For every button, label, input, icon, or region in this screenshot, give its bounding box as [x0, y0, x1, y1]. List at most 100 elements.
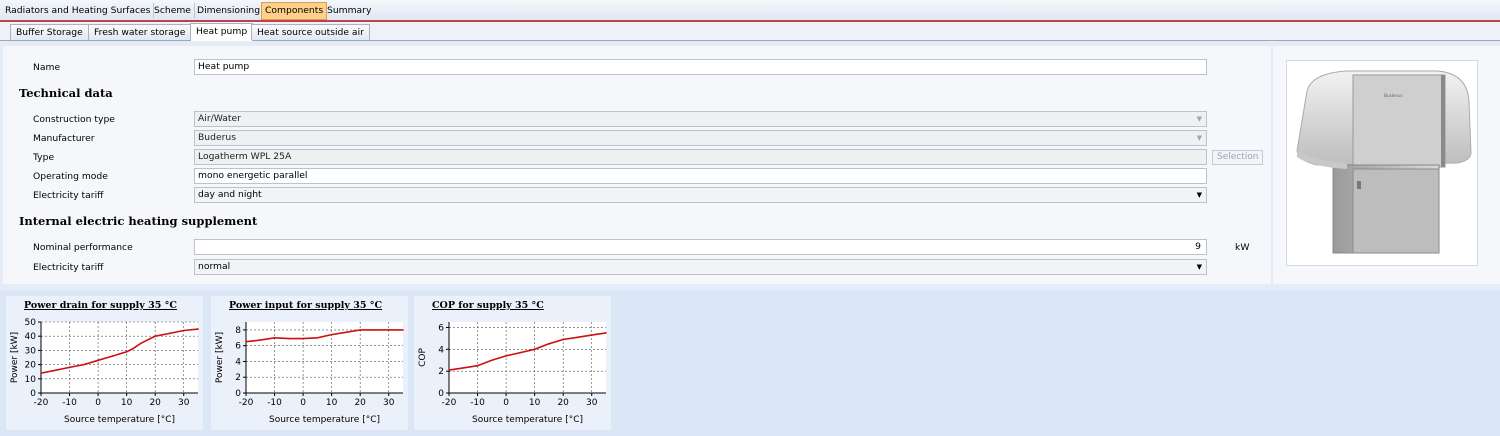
name-input[interactable]: Heat pump	[194, 59, 1207, 75]
x-tick-label: -20	[442, 398, 457, 408]
tab-summary[interactable]: Summary	[324, 3, 374, 18]
data-point	[548, 343, 550, 345]
data-point	[140, 342, 142, 345]
data-point	[97, 359, 99, 362]
data-point	[476, 364, 479, 367]
tab-radiators[interactable]: Radiators and Heating Surfaces	[2, 3, 155, 18]
operating-mode-label: Operating mode	[33, 171, 108, 182]
electricity-tariff-2-value: normal	[198, 261, 231, 272]
data-point	[462, 367, 465, 369]
x-tick-label: 0	[300, 398, 306, 408]
supplement-heading: Internal electric heating supplement	[19, 214, 258, 228]
y-tick-label: 2	[235, 373, 241, 383]
tab-fresh-water-storage[interactable]: Fresh water storage	[88, 24, 192, 40]
y-tick-label: 4	[235, 357, 241, 367]
name-label: Name	[33, 62, 61, 73]
y-tick-label: 30	[25, 346, 37, 356]
y-tick-label: 2	[438, 367, 444, 377]
y-tick-label: 40	[25, 332, 37, 342]
data-point	[273, 336, 276, 339]
x-tick-label: 30	[178, 398, 190, 408]
brand-logo-text: Buderus	[1384, 94, 1403, 99]
chart-power-drain: Power drain for supply 35 °C -20 -10 0 10 20…	[6, 296, 203, 430]
data-point	[197, 328, 199, 330]
electricity-tariff-select[interactable]: day and night ▼	[194, 187, 1207, 203]
electricity-tariff-label: Electricity tariff	[33, 190, 104, 201]
tab-heat-source-outside-air[interactable]: Heat source outside air	[251, 24, 370, 40]
data-point	[330, 333, 333, 336]
chart-title: Power input for supply 35 °C	[229, 300, 383, 311]
construction-type-label: Construction type	[33, 114, 115, 125]
y-tick-label: 50	[25, 318, 37, 328]
data-point	[373, 329, 376, 331]
x-axis-label: Source temperature [°C]	[472, 415, 583, 425]
y-tick-label: 0	[235, 389, 241, 399]
chart-svg: -20 -10 0 10 20 30 0 2 4 6 Source temperature [°C]…	[418, 322, 607, 425]
x-tick-label: 20	[354, 398, 366, 408]
data-point	[168, 332, 171, 335]
data-point	[288, 337, 290, 340]
tab-dimensioning[interactable]: Dimensioning	[194, 3, 265, 18]
plot-area	[246, 322, 403, 393]
selection-button[interactable]: Selection	[1212, 150, 1264, 165]
x-tick-label: 0	[503, 398, 509, 408]
x-tick-label: -20	[34, 398, 49, 408]
sub-tab-bar: Buffer Storage Fresh water storage Heat …	[0, 22, 1500, 41]
data-point	[402, 329, 404, 331]
tab-heat-pump[interactable]: Heat pump	[190, 23, 254, 41]
data-point	[387, 329, 390, 331]
construction-type-value: Air/Water	[198, 113, 241, 124]
main-tab-bar: Radiators and Heating Surfaces Scheme Di…	[0, 0, 1500, 22]
tab-components[interactable]: Components	[261, 2, 328, 20]
data-point	[125, 351, 128, 353]
construction-type-select[interactable]: Air/Water ▼	[194, 111, 1207, 127]
manufacturer-select[interactable]: Buderus ▼	[194, 130, 1207, 146]
data-point	[345, 331, 347, 334]
data-point	[154, 335, 156, 337]
chevron-down-icon: ▼	[1196, 263, 1202, 271]
data-point	[302, 337, 304, 340]
chart-svg: -20 -10 0 10 20 30 0 10 20 30 40 50 Source temperatu…	[10, 318, 199, 425]
x-tick-label: 0	[95, 398, 101, 408]
data-point	[54, 369, 57, 372]
data-point	[491, 359, 493, 362]
y-axis-label: Power [kW]	[215, 332, 225, 383]
electricity-tariff-2-label: Electricity tariff	[33, 262, 104, 273]
chevron-down-icon: ▼	[1196, 115, 1202, 123]
nominal-unit: kW	[1235, 242, 1250, 253]
y-tick-label: 20	[25, 361, 37, 371]
type-field[interactable]: Logatherm WPL 25A	[194, 149, 1207, 165]
heat-pump-drawing	[1296, 70, 1472, 254]
data-point	[316, 336, 319, 339]
nominal-performance-input[interactable]: 9	[194, 239, 1207, 255]
data-point	[83, 363, 85, 366]
chart-title: Power drain for supply 35 °C	[24, 300, 177, 311]
heat-pump-image: Buderus	[1286, 60, 1478, 266]
data-point	[590, 334, 593, 336]
y-tick-label: 10	[25, 375, 37, 385]
x-axis-label: Source temperature [°C]	[64, 415, 175, 425]
x-tick-label: 30	[383, 398, 395, 408]
manufacturer-label: Manufacturer	[33, 133, 95, 144]
data-point	[576, 336, 579, 339]
data-point	[245, 340, 247, 343]
y-tick-label: 8	[235, 326, 241, 336]
chevron-down-icon: ▼	[1196, 191, 1202, 199]
type-label: Type	[33, 152, 55, 163]
nominal-performance-label: Nominal performance	[33, 242, 133, 253]
chevron-down-icon: ▼	[1196, 134, 1202, 142]
data-point	[68, 366, 71, 369]
x-tick-label: 10	[326, 398, 338, 408]
x-axis-label: Source temperature [°C]	[269, 415, 380, 425]
data-point	[182, 329, 185, 332]
tab-scheme[interactable]: Scheme	[151, 3, 195, 18]
y-tick-label: 0	[30, 389, 36, 399]
y-tick-label: 0	[438, 389, 444, 399]
data-point	[111, 355, 114, 357]
operating-mode-field[interactable]: mono energetic parallel	[194, 168, 1207, 184]
data-point	[605, 332, 607, 334]
tab-buffer-storage[interactable]: Buffer Storage	[10, 24, 89, 40]
technical-data-heading: Technical data	[19, 86, 113, 100]
data-point	[505, 355, 507, 357]
electricity-tariff-2-select[interactable]: normal ▼	[194, 259, 1207, 275]
